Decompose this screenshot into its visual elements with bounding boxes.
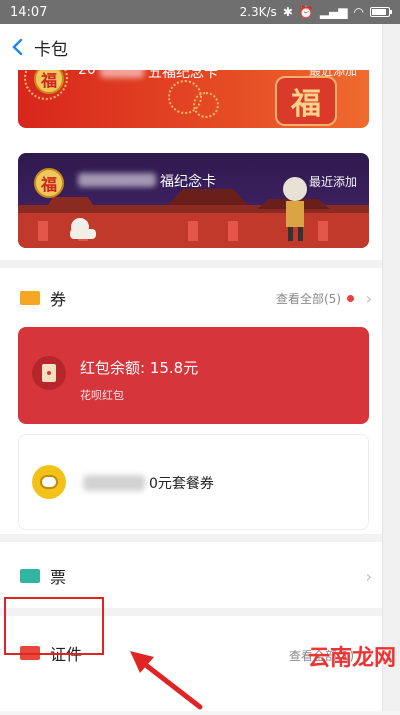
chevron-left-icon [12,38,23,56]
section-divider [0,534,382,542]
fu-seal-icon: 福 [275,76,337,126]
view-all-label: 查看全部(5) [276,291,341,306]
palace-illustration [18,177,369,248]
merchant-logo-icon [32,465,66,499]
battery-icon [370,7,392,17]
meal-coupon-card[interactable]: 0元套餐券 [18,434,369,530]
coupon-title: 0元套餐券 [149,476,214,492]
highlight-box [4,597,104,655]
fu-card-1[interactable]: 福 20 五福纪念卡 最近添加 福 [18,62,369,128]
redacted-text [78,173,156,187]
coupon-section-header[interactable]: 券 查看全部(5) › [0,278,382,318]
section-divider [0,260,382,268]
redacted-text [83,475,145,491]
watermark: 云南龙网 [307,646,396,671]
scroll-track[interactable] [382,24,400,711]
page-title: 卡包 [34,39,68,60]
coupon-section-title: 券 [50,290,67,309]
red-packet-balance: 红包余额: 15.8元 [80,359,199,377]
chevron-right-icon: › [365,566,372,586]
red-packet-subtitle: 花呗红包 [80,389,124,402]
red-packet-card[interactable]: 红包余额: 15.8元 花呗红包 [18,327,369,424]
red-envelope-icon [32,356,66,390]
fu-badge-icon: 福 [34,168,64,198]
status-icons: 2.3K/s ✱ ⏰ ▂▄▆ ◠ [239,5,392,19]
ticket-icon [20,569,40,583]
red-arrow-icon [130,651,203,710]
card-title: 福纪念卡 [160,174,216,190]
fu-card-2[interactable]: 福 福纪念卡 最近添加 [18,153,369,248]
wifi-icon: ◠ [353,5,364,19]
ticket-section-title: 票 [50,568,67,587]
ticket-section-header[interactable]: 票 › [0,556,382,596]
firework-decoration [193,92,219,118]
back-button[interactable] [0,24,34,70]
recently-added-tag: 最近添加 [308,175,357,189]
chevron-right-icon: › [365,288,372,308]
coupon-view-all[interactable]: 查看全部(5) [276,290,354,307]
nav-bar: 卡包 [0,24,382,70]
network-speed: 2.3K/s [239,5,277,19]
status-time: 14:07 [10,4,48,20]
alarm-icon: ⏰ [298,5,314,19]
bluetooth-icon: ✱ [282,5,293,19]
status-bar: 14:07 2.3K/s ✱ ⏰ ▂▄▆ ◠ [0,0,400,24]
coupon-icon [20,291,40,305]
signal-icon: ▂▄▆ [319,5,348,19]
unread-dot [347,294,354,302]
